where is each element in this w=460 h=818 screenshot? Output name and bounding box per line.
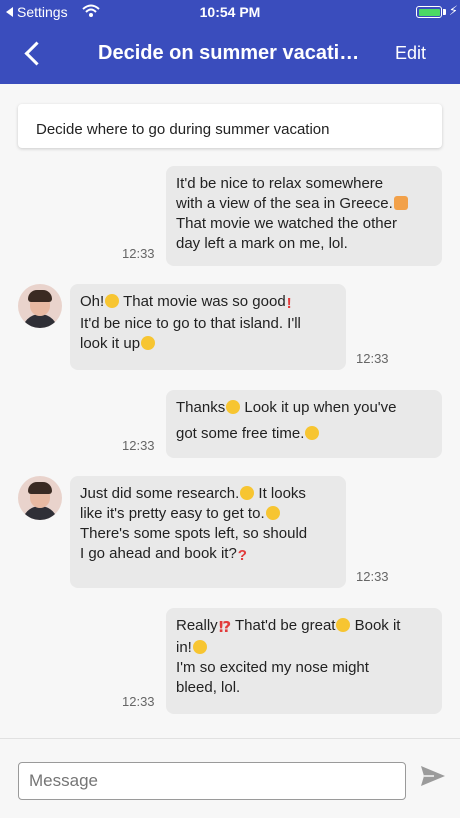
message-input[interactable]	[18, 762, 406, 800]
question-icon: ?	[237, 547, 247, 564]
message-composer	[0, 738, 460, 818]
pleading-emoji-icon	[305, 426, 320, 440]
avatar[interactable]	[18, 284, 62, 328]
status-time: 10:54 PM	[199, 4, 261, 20]
incoming-message[interactable]: Just did some research. It looks like it…	[70, 476, 346, 588]
message-time: 12:33	[356, 351, 389, 366]
conversation-topic: Decide where to go during summer vacatio…	[18, 104, 442, 148]
outgoing-message[interactable]: It'd be nice to relax somewhere with a v…	[166, 166, 442, 266]
grinning-emoji-icon	[105, 294, 120, 308]
message-time: 12:33	[122, 246, 155, 261]
heart-eyes-emoji-icon	[336, 618, 351, 632]
excited-emoji-icon	[192, 640, 207, 654]
message-time: 12:33	[122, 438, 155, 453]
charging-icon: ⚡	[448, 3, 458, 18]
exclamation-icon: !	[286, 295, 292, 312]
message-time: 12:33	[356, 569, 389, 584]
send-icon[interactable]	[420, 765, 446, 787]
battery-tip	[443, 9, 446, 15]
navigation-bar: Decide on summer vacatio... Edit	[0, 24, 460, 84]
edit-button[interactable]: Edit	[395, 43, 426, 64]
outgoing-message[interactable]: Really⁉ That'd be great Book it in! I'm …	[166, 608, 442, 714]
smirk-emoji-icon	[141, 336, 156, 350]
top-bar: Settings 10:54 PM ⚡ Decide on summer vac…	[0, 0, 460, 84]
beach-umbrella-emoji-icon	[393, 196, 408, 210]
grinning-emoji-icon	[240, 486, 255, 500]
avatar[interactable]	[18, 476, 62, 520]
back-button[interactable]	[22, 38, 44, 70]
message-time: 12:33	[122, 694, 155, 709]
smile-emoji-icon	[226, 400, 241, 414]
exclamation-question-icon: ⁉	[218, 619, 232, 636]
battery-icon	[416, 6, 442, 18]
status-bar: Settings 10:54 PM ⚡	[0, 0, 460, 24]
outgoing-message[interactable]: Thanks Look it up when you've got some f…	[166, 390, 442, 458]
page-title: Decide on summer vacatio...	[98, 42, 360, 64]
incoming-message[interactable]: Oh! That movie was so good! It'd be nice…	[70, 284, 346, 370]
sunglasses-emoji-icon	[265, 506, 280, 520]
